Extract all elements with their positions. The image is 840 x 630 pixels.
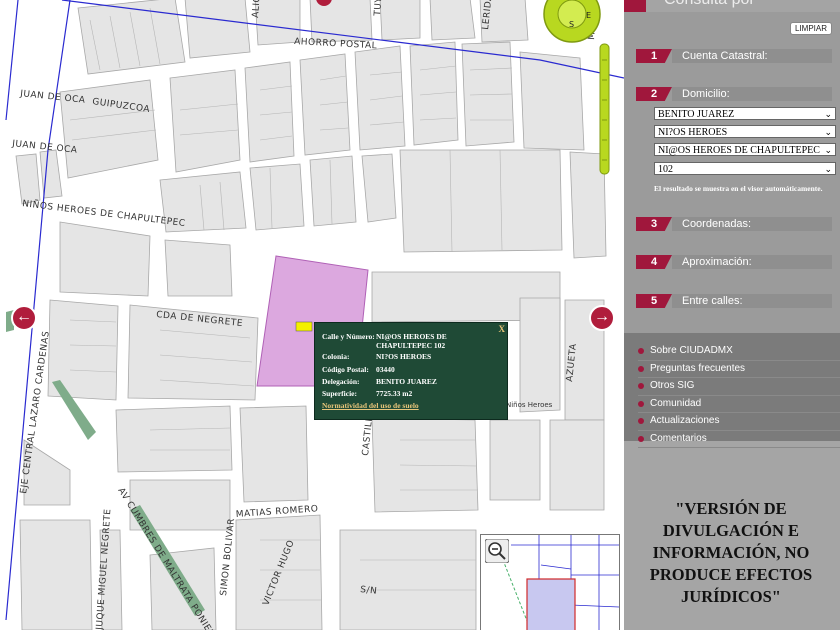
popup-key: Calle y Número: (322, 332, 375, 341)
popup-key: Delegación: (322, 377, 360, 386)
link-label: Otros SIG (650, 380, 695, 391)
street-label: TUY (373, 0, 384, 17)
compass-south-label: S (569, 20, 574, 29)
result-hint: El resultado se muestra en el visor auto… (654, 184, 823, 193)
chevron-down-icon: ⌄ (824, 145, 832, 155)
step-number: 5 (636, 294, 672, 308)
bullet-icon (638, 383, 644, 389)
link-comunidad[interactable]: Comunidad (638, 396, 840, 413)
select-value: NI@OS HEROES DE CHAPULTEPEC (658, 145, 820, 156)
popup-value: NI@OS HEROES DE CHAPULTEPEC 102 (376, 332, 447, 350)
location-marker (295, 321, 313, 332)
compass-east-label: E (586, 11, 591, 20)
sidebar-header: Consulta por (624, 0, 840, 12)
overview-map[interactable] (480, 534, 620, 630)
zoom-out-icon[interactable] (485, 539, 509, 563)
link-label: Comunidad (650, 397, 702, 409)
link-label: Actualizaciones (650, 415, 720, 426)
map-viewer[interactable]: AHORRO POSTAL JUAN DE OCA GUIPUZCOA JUAN… (0, 0, 624, 630)
popup-key: Colonia: (322, 352, 350, 361)
link-comentarios[interactable]: Comentarios (638, 431, 840, 448)
delegacion-select[interactable]: BENITO JUAREZ ⌄ (654, 107, 836, 120)
popup-value: 7725.33 m2 (376, 389, 413, 398)
bullet-icon (638, 400, 644, 407)
link-otros-sig[interactable]: Otros SIG (638, 378, 840, 396)
clear-button[interactable]: LIMPIAR (789, 22, 832, 35)
popup-value: BENITO JUAREZ (376, 377, 437, 386)
bullet-icon (638, 418, 644, 424)
link-sobre-ciudadmx[interactable]: Sobre CIUDADMX (638, 343, 840, 361)
step-number: 1 (636, 49, 672, 63)
step-label: Aproximación: (672, 255, 832, 269)
pan-right-button[interactable]: → (589, 305, 615, 331)
step-label: Domicilio: (672, 87, 832, 101)
link-label: Comentarios (650, 432, 707, 444)
numero-select[interactable]: 102 ⌄ (654, 162, 836, 175)
step-label: Entre calles: (672, 294, 832, 308)
step-number: 2 (636, 87, 672, 101)
step-coordenadas[interactable]: 3 Coordenadas: (636, 217, 832, 235)
search-sidebar: Consulta por LIMPIAR 1 Cuenta Catastral:… (624, 0, 840, 630)
select-value: 102 (658, 164, 673, 175)
chevron-down-icon: ⌄ (824, 164, 832, 174)
street-label: NIÑOS HEROES DE CHAPULTEPEC (22, 198, 187, 229)
step-entre-calles[interactable]: 5 Entre calles: (636, 294, 832, 312)
link-preguntas-frecuentes[interactable]: Preguntas frecuentes (638, 361, 840, 378)
info-links: Sobre CIUDADMX Preguntas frecuentes Otro… (638, 343, 840, 448)
bullet-icon (638, 365, 644, 372)
header-accent (624, 0, 646, 12)
link-label: Sobre CIUDADMX (650, 345, 733, 356)
calle-select[interactable]: NI@OS HEROES DE CHAPULTEPEC ⌄ (654, 143, 836, 156)
select-value: BENITO JUAREZ (658, 109, 735, 120)
step-number: 3 (636, 217, 672, 231)
popup-key: Código Postal: (322, 365, 369, 374)
popup-value: NI?OS HEROES (376, 352, 432, 361)
colonia-select[interactable]: NI?OS HEROES ⌄ (654, 125, 836, 138)
step-cuenta-catastral[interactable]: 1 Cuenta Catastral: (636, 49, 832, 67)
step-label: Cuenta Catastral: (672, 49, 832, 63)
sidebar-title: Consulta por (664, 0, 755, 9)
popup-value: 03440 (376, 365, 395, 374)
bullet-icon (638, 348, 644, 354)
step-number: 4 (636, 255, 672, 269)
popup-key: Superficie: (322, 389, 357, 398)
step-aproximacion[interactable]: 4 Aproximación: (636, 255, 832, 273)
link-label: Preguntas frecuentes (650, 362, 746, 374)
select-value: NI?OS HEROES (658, 127, 728, 138)
street-label: S/N (360, 585, 378, 597)
parcel-info-popup: X Calle y Número: NI@OS HEROES DE CHAPULT… (314, 322, 508, 420)
link-actualizaciones[interactable]: Actualizaciones (638, 413, 840, 431)
step-domicilio[interactable]: 2 Domicilio: (636, 87, 832, 105)
zoom-slider[interactable] (599, 43, 610, 175)
step-label: Coordenadas: (672, 217, 832, 231)
chevron-down-icon: ⌄ (824, 109, 832, 119)
land-use-link[interactable]: Normatividad del uso de suelo (322, 401, 419, 410)
bullet-icon (638, 435, 644, 442)
legal-disclaimer: "VERSIÓN DE DIVULGACIÓN E INFORMACIÓN, N… (649, 499, 813, 606)
street-label: Niños Heroes (506, 401, 553, 409)
chevron-down-icon: ⌄ (824, 127, 832, 137)
pan-left-button[interactable]: ← (11, 305, 37, 331)
